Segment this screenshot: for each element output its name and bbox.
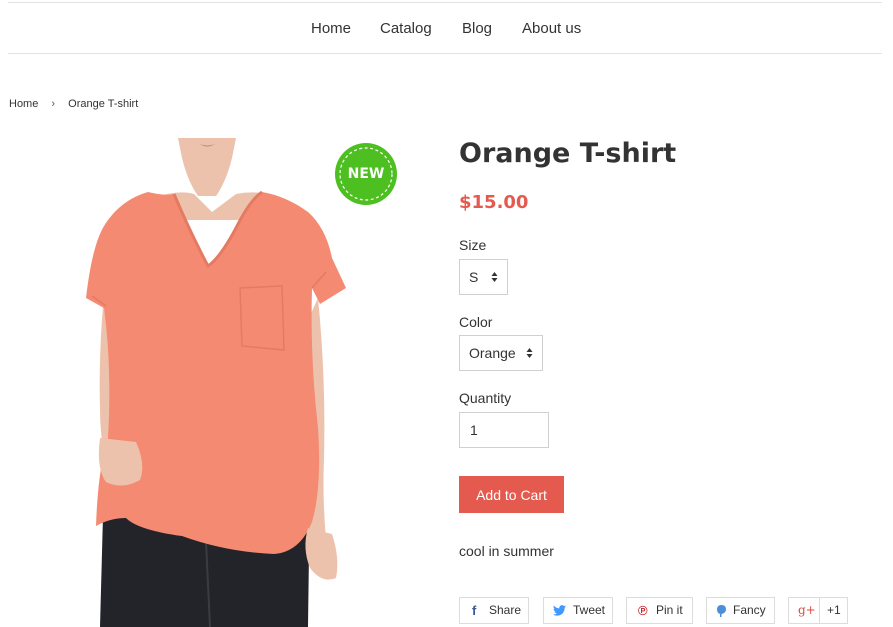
color-value: Orange: [469, 345, 516, 361]
pin-it-button[interactable]: ℗ Pin it: [626, 597, 693, 624]
tweet-button[interactable]: Tweet: [543, 597, 613, 624]
google-plus-divider: [819, 598, 820, 623]
nav-about-us[interactable]: About us: [522, 20, 581, 37]
breadcrumb-separator: ›: [51, 98, 56, 110]
quantity-input[interactable]: [459, 412, 549, 448]
pinterest-icon: ℗: [638, 603, 648, 618]
add-to-cart-button[interactable]: Add to Cart: [459, 476, 564, 513]
quantity-label: Quantity: [459, 390, 512, 406]
fancy-button[interactable]: Fancy: [706, 597, 775, 624]
color-label: Color: [459, 314, 493, 330]
new-badge-label: NEW: [347, 166, 385, 182]
facebook-share-label: Share: [489, 603, 522, 617]
nav-home[interactable]: Home: [311, 20, 351, 37]
facebook-icon: f: [472, 603, 477, 618]
tweet-label: Tweet: [573, 603, 606, 617]
main-navigation: Home Catalog Blog About us: [8, 3, 882, 54]
size-value: S: [469, 269, 479, 285]
size-select[interactable]: S: [459, 259, 508, 295]
nav-blog[interactable]: Blog: [462, 20, 492, 37]
breadcrumb-current: Orange T-shirt: [68, 98, 139, 110]
breadcrumb-home[interactable]: Home: [9, 98, 38, 110]
nav-catalog[interactable]: Catalog: [380, 20, 432, 37]
fancy-label: Fancy: [733, 603, 766, 617]
product-image[interactable]: [86, 138, 358, 627]
product-description: cool in summer: [459, 543, 554, 559]
pin-it-label: Pin it: [656, 603, 683, 617]
select-arrows-icon: [526, 348, 533, 358]
product-title: Orange T-shirt: [459, 138, 677, 169]
facebook-share-button[interactable]: f Share: [459, 597, 529, 624]
product-price: $15.00: [459, 192, 529, 213]
color-select[interactable]: Orange: [459, 335, 543, 371]
google-plus-button[interactable]: g+ +1: [788, 597, 848, 624]
google-plus-count: +1: [827, 603, 841, 617]
breadcrumb: Home › Orange T-shirt: [9, 98, 138, 110]
google-plus-icon: g+: [798, 603, 816, 617]
twitter-icon: [553, 605, 566, 616]
size-label: Size: [459, 237, 487, 253]
fancy-icon: [717, 605, 726, 617]
select-arrows-icon: [491, 272, 498, 282]
